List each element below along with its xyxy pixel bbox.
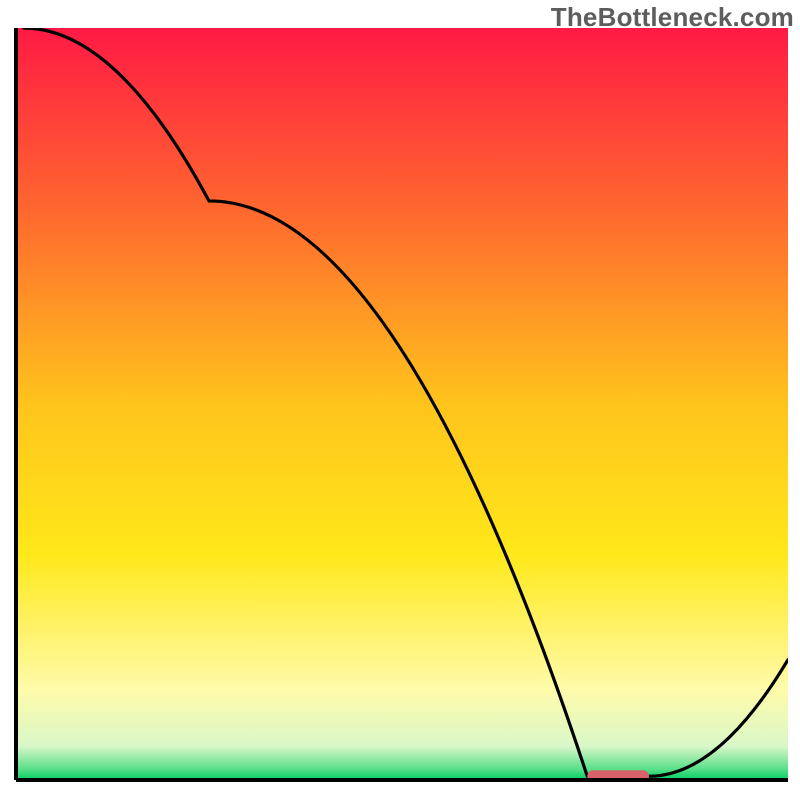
bottleneck-chart: TheBottleneck.com — [0, 0, 800, 800]
chart-background-gradient — [16, 28, 788, 780]
watermark-text: TheBottleneck.com — [551, 2, 794, 33]
chart-canvas — [0, 0, 800, 800]
